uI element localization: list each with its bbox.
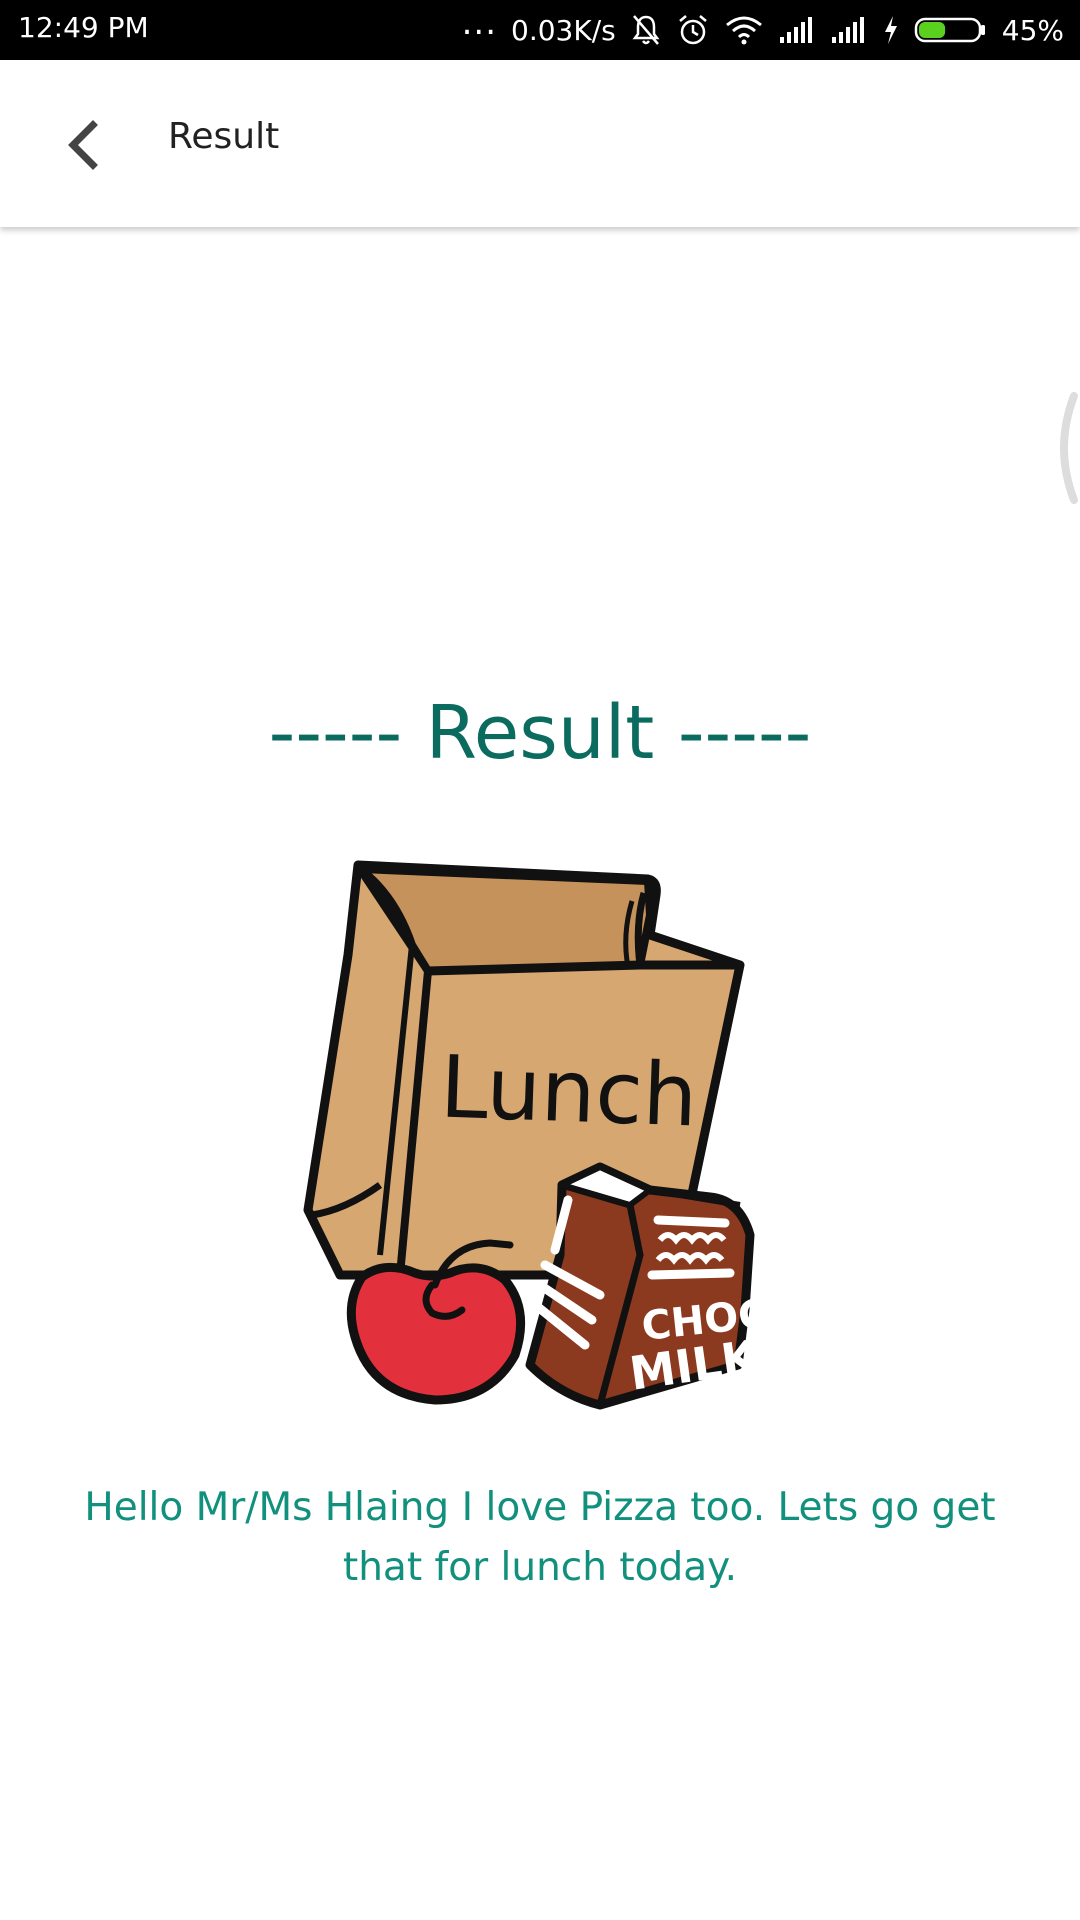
- battery-percent: 45%: [1001, 13, 1064, 47]
- result-heading: ----- Result -----: [268, 690, 812, 776]
- battery-fill: [918, 22, 945, 38]
- lunch-bag-illustration: Lunch CHOCO MILK: [303, 860, 790, 1410]
- bag-label: Lunch: [438, 1038, 699, 1147]
- back-button[interactable]: [48, 110, 118, 180]
- net-speed: 0.03K/s: [511, 13, 616, 47]
- app-bar: Result: [0, 60, 1080, 227]
- chevron-left-icon: [68, 120, 98, 170]
- signal-icon: [778, 15, 816, 45]
- charging-icon: [882, 14, 900, 46]
- wifi-icon: [724, 14, 764, 46]
- edge-scroll-indicator: [1060, 392, 1078, 504]
- page-title: Result: [168, 116, 280, 157]
- alarm-icon: [676, 13, 710, 47]
- status-time: 12:49 PM: [18, 11, 149, 44]
- status-bar: 12:49 PM ... 0.03K/s 45%: [0, 0, 1080, 60]
- signal-icon: [830, 15, 868, 45]
- choco-milk-carton: CHOCO MILK: [525, 1162, 790, 1410]
- more-dots: ...: [461, 3, 498, 43]
- result-message: Hello Mr/Ms Hlaing I love Pizza too. Let…: [84, 1485, 996, 1590]
- battery-icon: [914, 15, 988, 45]
- mute-bell-icon: [630, 13, 662, 47]
- status-icons: ... 0.03K/s 45%: [462, 0, 1064, 60]
